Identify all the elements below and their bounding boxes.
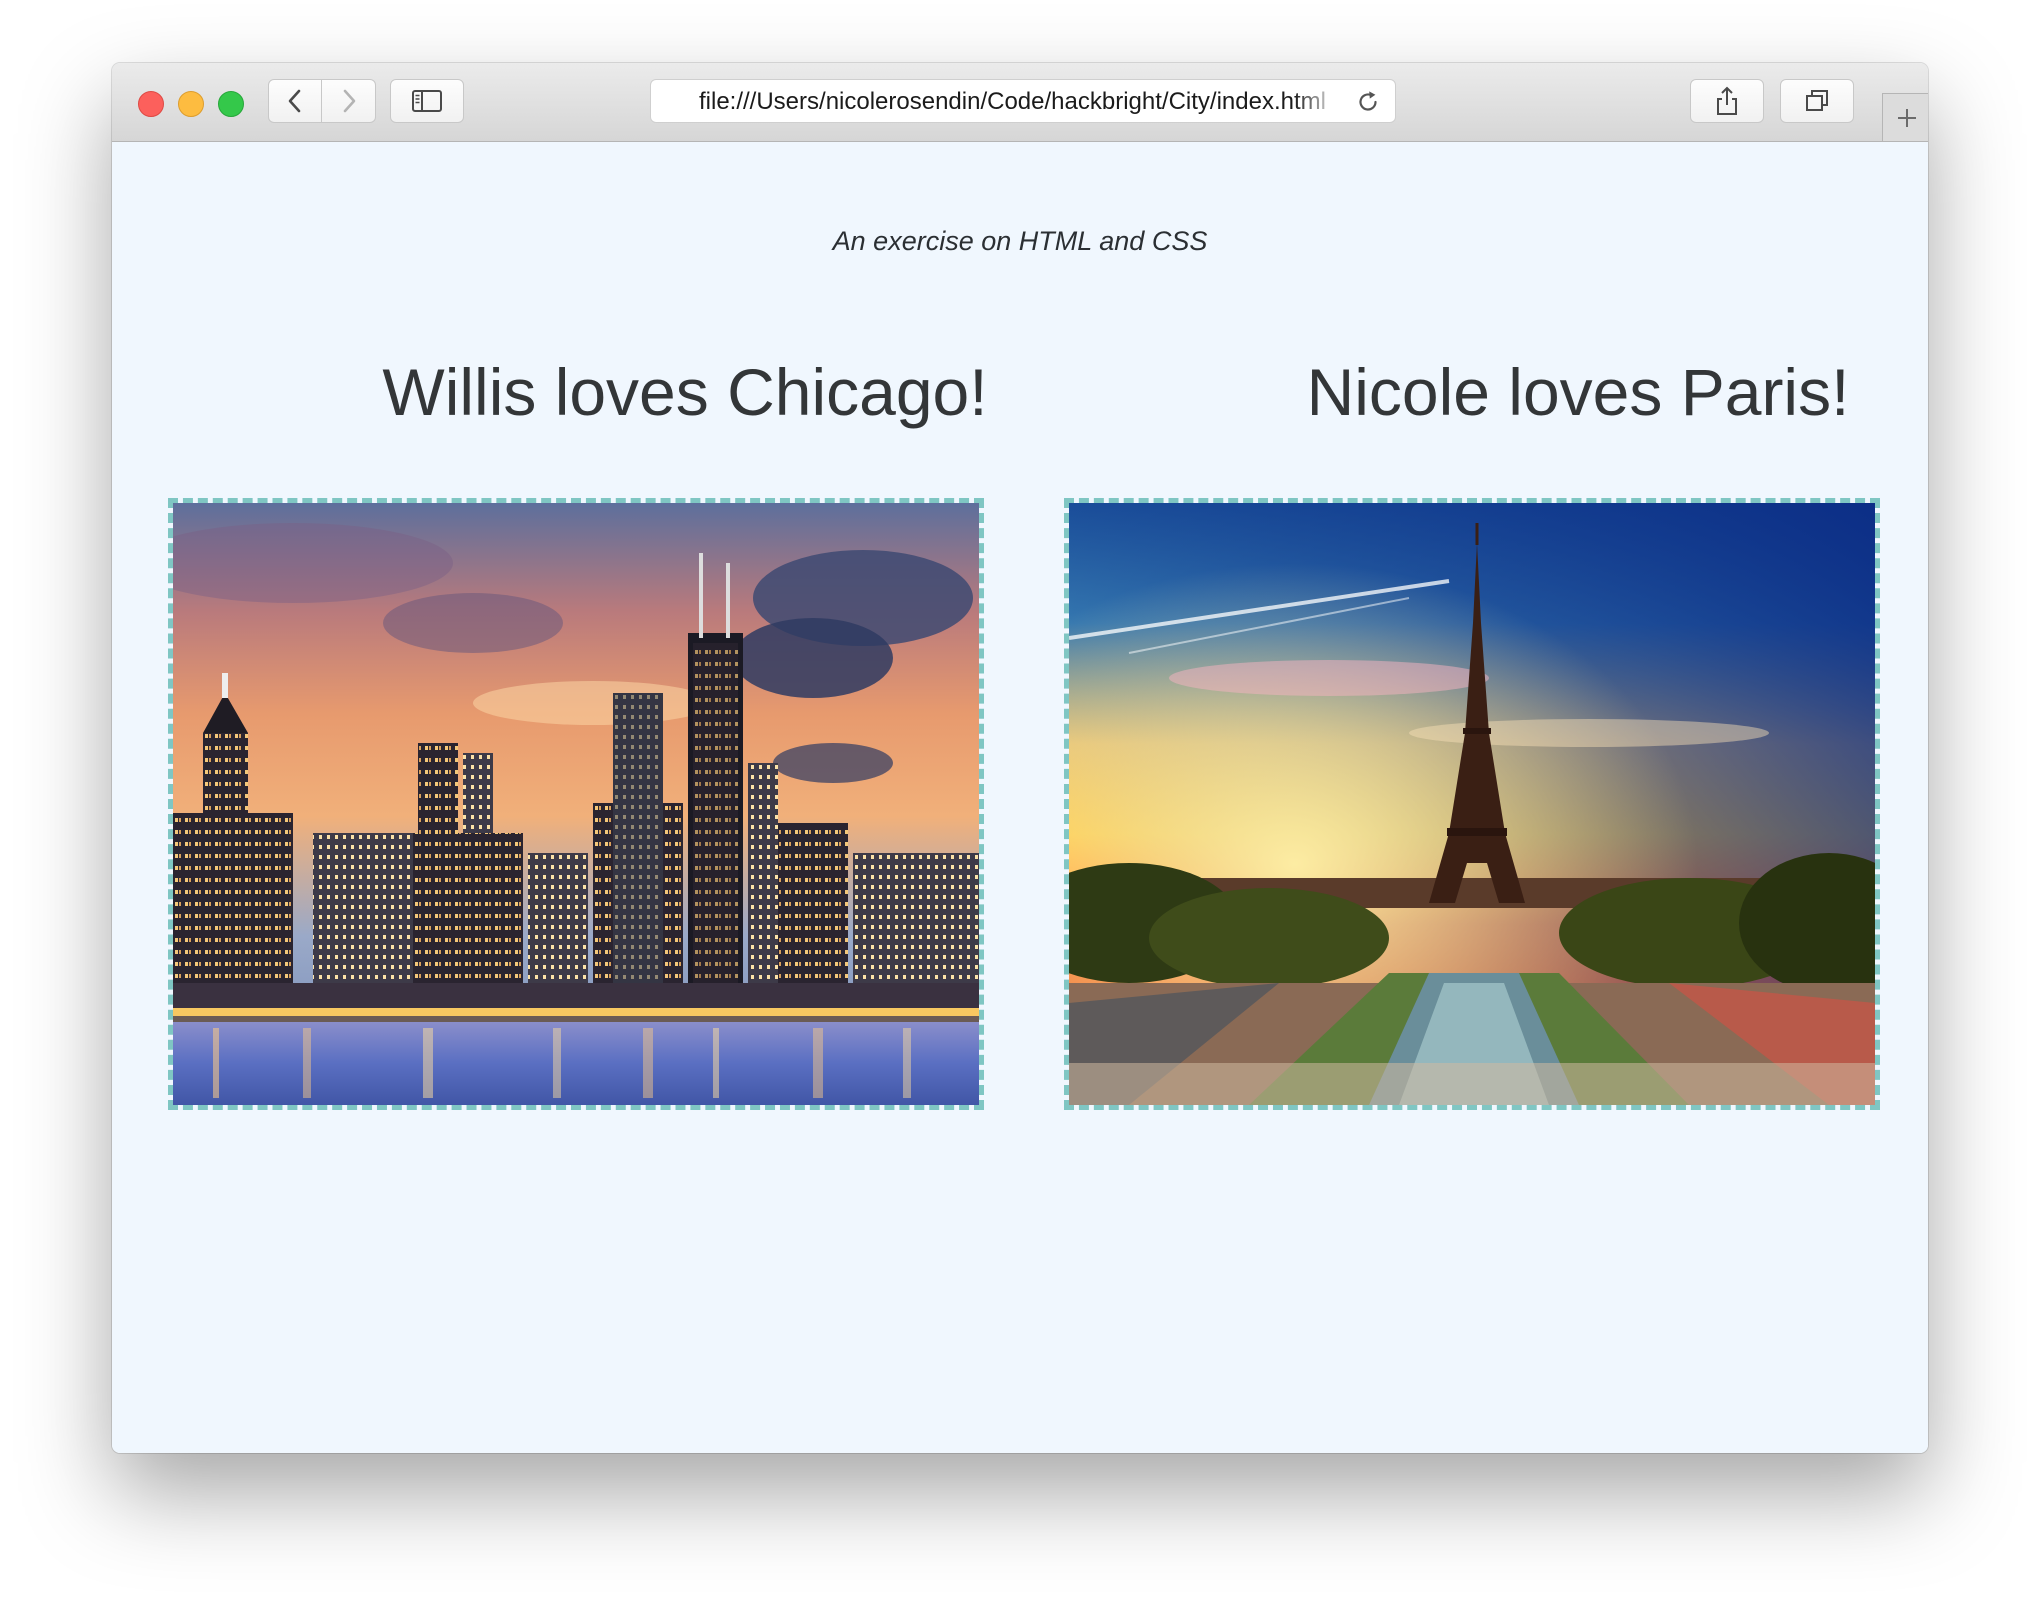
paris-heading: Nicole loves Paris! [1306, 355, 1850, 429]
chevron-left-icon [288, 89, 301, 113]
address-bar[interactable]: file:///Users/nicolerosendin/Code/hackbr… [650, 79, 1396, 123]
sidebar-icon [412, 90, 442, 112]
browser-toolbar: file:///Users/nicolerosendin/Code/hackbr… [112, 63, 1928, 142]
share-icon [1717, 86, 1737, 115]
paris-image-frame [1064, 498, 1880, 1110]
back-button[interactable] [268, 79, 322, 123]
zoom-window-button[interactable] [218, 91, 244, 117]
share-button[interactable] [1690, 79, 1764, 123]
browser-window: file:///Users/nicolerosendin/Code/hackbr… [112, 63, 1928, 1453]
chicago-heading: Willis loves Chicago! [382, 355, 988, 429]
sidebar-button[interactable] [390, 79, 464, 123]
url-text: file:///Users/nicolerosendin/Code/hackbr… [699, 88, 1326, 115]
plus-icon [1897, 108, 1916, 127]
page-tagline: An exercise on HTML and CSS [832, 226, 1208, 256]
paris-eiffel-tower-image [1069, 503, 1875, 1105]
chevron-right-icon [343, 89, 355, 113]
chicago-skyline-image [173, 503, 979, 1105]
close-window-button[interactable] [138, 91, 164, 117]
show-tabs-button[interactable] [1780, 79, 1854, 123]
chicago-image-frame [168, 498, 984, 1110]
reload-icon[interactable] [1355, 89, 1381, 115]
page-content: An exercise on HTML and CSS Willis loves… [112, 142, 1928, 1453]
tabs-icon [1806, 90, 1828, 111]
forward-button[interactable] [322, 79, 376, 123]
minimize-window-button[interactable] [178, 91, 204, 117]
new-tab-button[interactable] [1882, 93, 1928, 141]
